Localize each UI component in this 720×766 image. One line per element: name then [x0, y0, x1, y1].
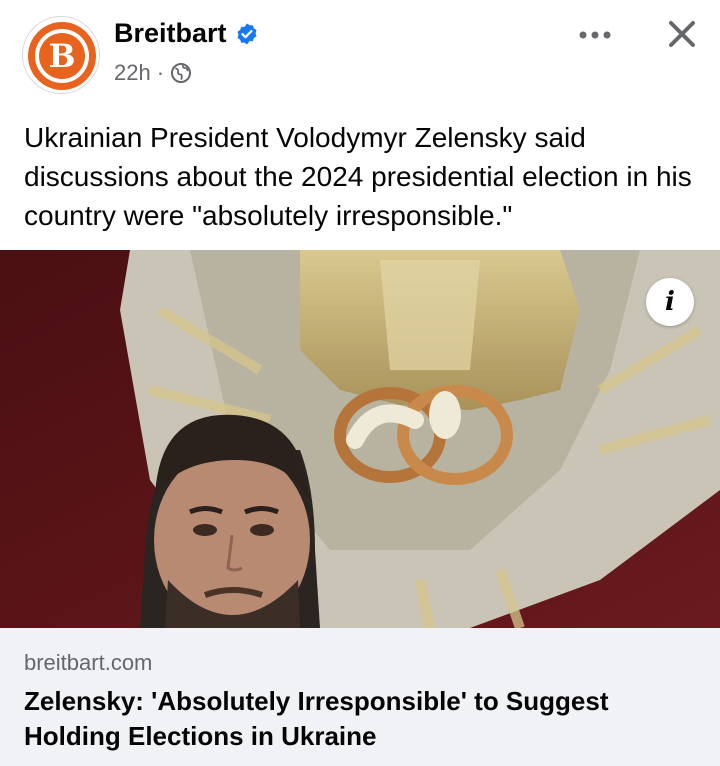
post-meta: 22h · — [114, 60, 192, 86]
info-button[interactable]: i — [646, 278, 694, 326]
close-icon — [669, 21, 695, 47]
close-button[interactable] — [656, 12, 708, 56]
globe-icon — [170, 62, 192, 84]
meta-separator: · — [156, 60, 165, 85]
link-preview-card[interactable]: breitbart.com Zelensky: 'Absolutely Irre… — [0, 628, 720, 766]
author-name[interactable]: Breitbart — [114, 18, 227, 49]
breitbart-avatar[interactable]: B — [22, 16, 100, 94]
zelensky-photo — [0, 250, 720, 628]
post-timestamp[interactable]: 22h — [114, 60, 151, 86]
logo-letter: B — [48, 37, 75, 75]
post-message: Ukrainian President Volodymyr Zelensky s… — [24, 122, 692, 231]
verified-badge-icon — [235, 22, 259, 46]
more-options-button[interactable] — [570, 18, 620, 52]
page-name[interactable]: Breitbart — [114, 18, 259, 49]
post-image[interactable] — [0, 250, 720, 628]
post-header: B Breitbart 22h · — [0, 0, 720, 108]
breitbart-logo-icon: B — [28, 22, 96, 90]
more-horizontal-icon — [579, 31, 611, 39]
link-domain: breitbart.com — [24, 650, 153, 675]
link-title[interactable]: Zelensky: 'Absolutely Irresponsible' to … — [24, 684, 694, 754]
